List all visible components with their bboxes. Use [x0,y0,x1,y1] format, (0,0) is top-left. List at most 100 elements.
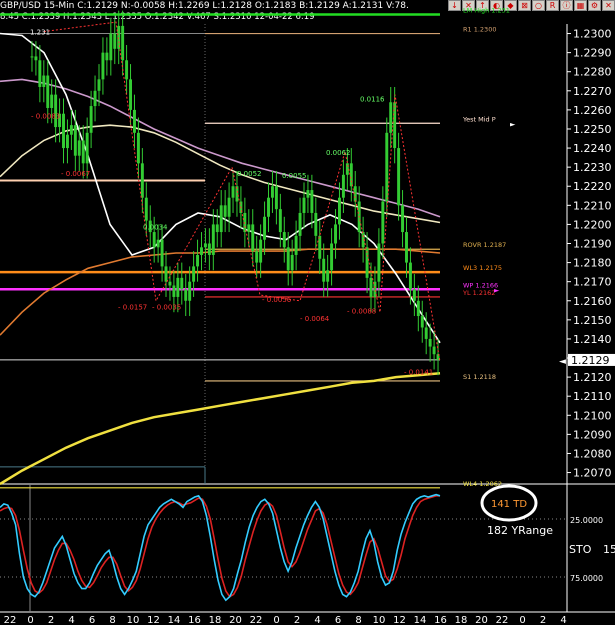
candle-body [428,338,432,347]
time-tick-label: 16 [434,615,447,625]
candle-body [424,327,428,339]
current-price-arrow-icon: ◄ [559,357,566,367]
candle-body [30,56,34,58]
candle-body [168,281,172,286]
level-label-r1: R1 1.2300 [463,26,496,34]
candle-body [46,75,50,108]
candle-body [109,33,113,61]
time-tick-label: 22 [4,615,17,625]
time-tick-label: 0 [27,615,33,625]
time-tick-label: 2 [540,615,546,625]
candle-body [77,140,81,156]
candle-body [251,224,255,252]
candle-body [85,132,89,164]
candle-body [274,186,278,210]
candle-body [223,205,227,217]
current-price-label: 1.2129 [571,354,610,367]
time-tick-label: 22 [250,615,263,625]
candle-body [416,300,420,317]
candle-body [405,232,408,263]
level-label-yest-mid-p: Yest Mid P [462,115,496,123]
candle-body [136,132,140,164]
time-tick-label: 4 [314,615,320,625]
candle-body [314,212,318,236]
candle-body [393,102,397,149]
candle-body [180,277,184,290]
price-tick-label: 1.2190 [573,238,612,251]
wp-arrow-icon: ► [494,286,500,294]
candle-body [397,148,401,206]
candle-body [172,285,176,297]
swing-annotation: 0.0055 [282,172,307,180]
candle-body [377,243,381,282]
candle-body [73,125,77,156]
price-tick-label: 1.2110 [573,390,612,403]
swing-annotation: 0.0052 [237,170,262,178]
time-tick-label: 0 [273,615,279,625]
time-tick-label: 12 [147,615,160,625]
time-tick-label: 0 [519,615,525,625]
swing-annotation: - 0.0067 [61,170,90,178]
stochastic-tick-label: 25.0000 [570,516,603,525]
candle-body [152,232,156,248]
price-chart: 1.2300 1.2290 1.2280 1.2270 1.2260 1.2250 1.22… [0,6,615,625]
candle-body [93,90,97,107]
candle-body [203,243,207,248]
candle-body [125,60,129,80]
yrange-label: 182 YRange [487,524,553,537]
level-label-s1: S1 1.2118 [463,373,496,381]
candle-body [192,266,196,282]
candle-body [338,197,341,225]
candle-body [326,270,330,282]
candle-body [219,205,223,233]
candle-body [294,235,298,255]
time-tick-label: 4 [68,615,74,625]
candle-body [255,251,259,263]
level-label-yl: YL 1.2162 [462,289,495,297]
stochastic-k-line [0,493,441,602]
candle-body [188,281,192,301]
price-tick-label: 1.2180 [573,257,612,270]
candle-body [322,258,326,282]
candle-body [34,56,38,61]
candle-body [144,197,148,221]
candle-body [200,247,203,255]
candle-body [286,247,290,271]
candle-body [432,346,436,355]
candle-body [278,209,282,233]
swing-annotation: - 0.0035 [152,303,181,311]
candle-body [310,190,314,213]
td-badge-value: 141 TD [491,499,527,510]
swing-annotation: - 0.0083 [31,113,60,121]
stochastic-period: 15 [603,543,615,556]
candle-body [121,25,125,61]
candle-body [227,197,231,217]
candle-body [318,235,322,259]
candle-body [247,224,251,233]
candle-body [231,186,235,198]
price-tick-label: 1.2300 [573,28,612,41]
swing-annotation: 0.0116 [360,95,385,103]
time-tick-label: 6 [89,615,95,625]
candle-body [62,113,65,149]
swing-annotation: 0.0062 [326,149,351,157]
swing-annotation: 1.231 [30,29,50,37]
swing-annotation: - 0.0056 [262,296,292,304]
candle-body [207,243,211,255]
price-tick-label: 1.2170 [573,276,612,289]
candle-body [389,102,393,133]
level-label-wl3: WL3 1.2175 [463,264,502,272]
candle-body [196,254,200,267]
candle-body [330,243,334,271]
time-tick-label: 10 [373,615,386,625]
level-label-lm-high: LM High 1.231 [463,6,510,14]
candle-body [408,262,412,290]
time-tick-label: 6 [335,615,341,625]
yest-mid-arrow-icon: ► [510,120,516,128]
candle-body [334,224,337,244]
candle-body [267,197,270,217]
price-tick-label: 1.2090 [573,428,612,441]
candle-body [341,174,345,198]
swing-annotation: - 0.0141 [404,368,433,376]
swing-annotation: - 0.0088 [347,307,376,315]
